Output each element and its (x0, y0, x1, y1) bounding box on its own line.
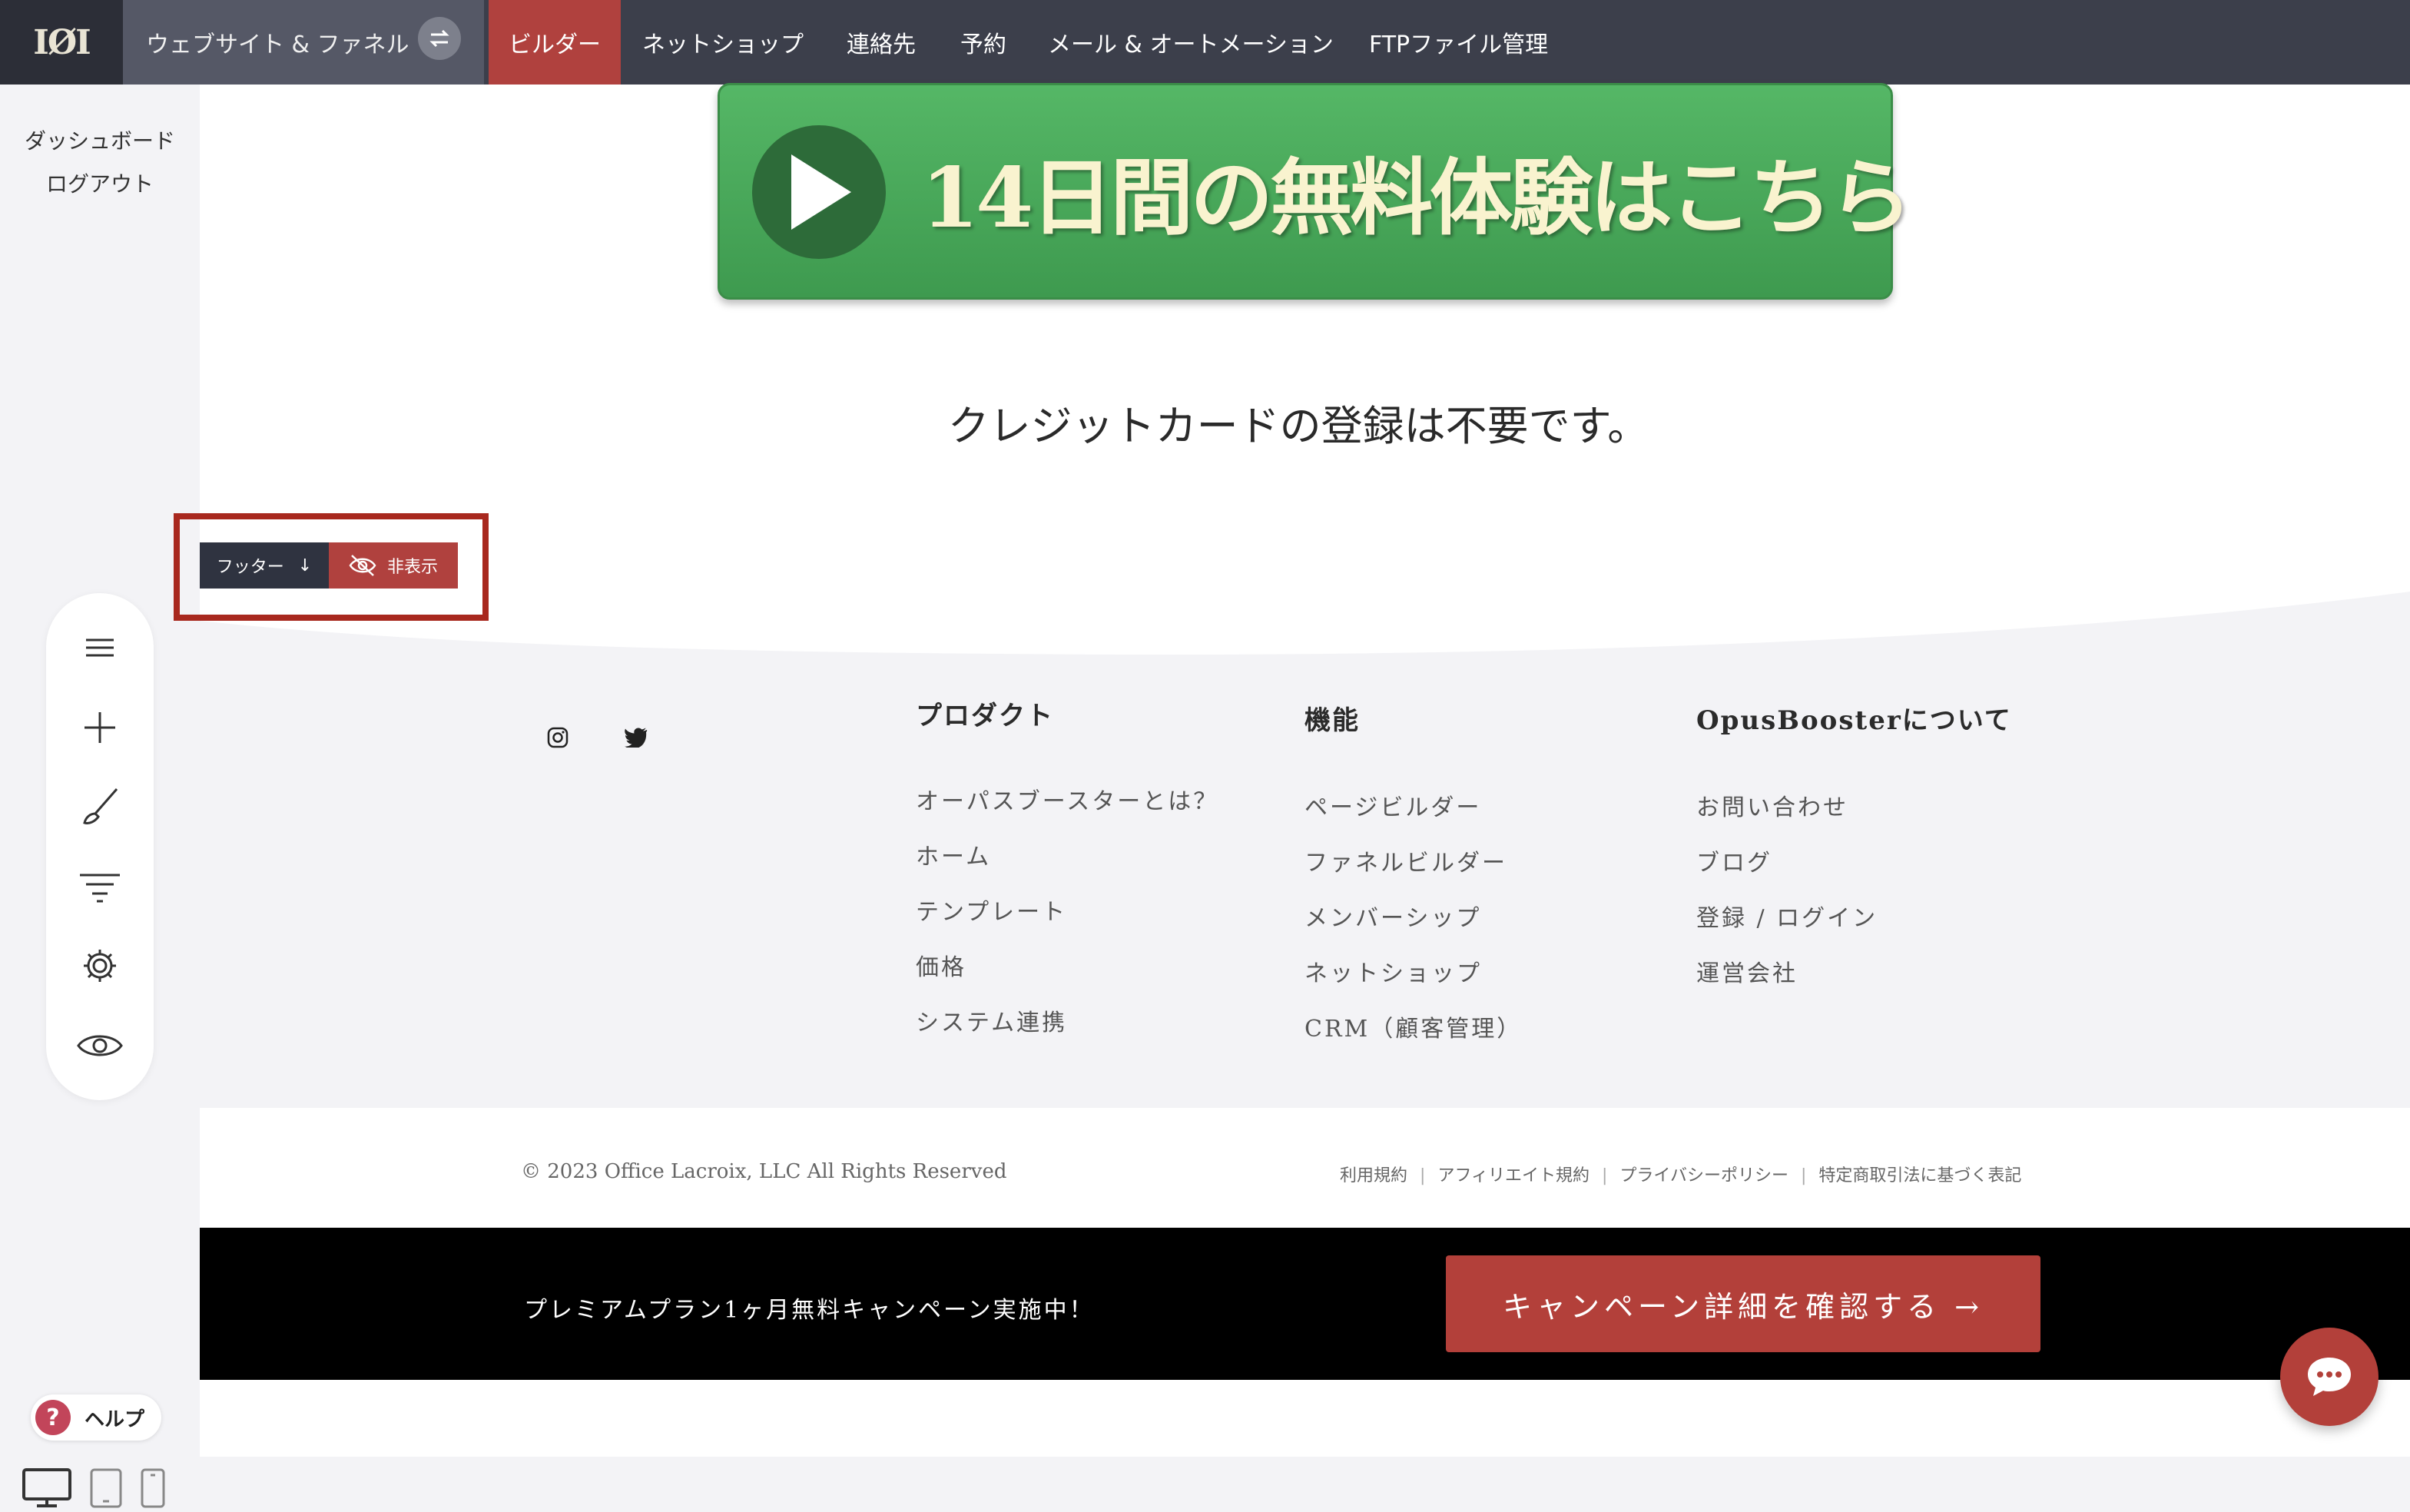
nav-builder[interactable]: ビルダー (489, 0, 621, 85)
app-logo[interactable]: IØI (0, 0, 123, 85)
footer-link[interactable]: お問い合わせ (1696, 788, 1848, 822)
footer-heading-about: OpusBoosterについて (1696, 705, 2012, 736)
filter-icon[interactable] (73, 860, 127, 914)
nav-item-booking[interactable]: 予約 (960, 0, 1006, 85)
cta-text: 14日間の無料体験はこちら (921, 150, 1912, 247)
instagram-icon[interactable] (542, 722, 573, 753)
eye-slash-icon (349, 555, 376, 576)
free-trial-cta-banner[interactable]: 14日間の無料体験はこちら (718, 83, 1912, 300)
nav-website-funnel[interactable]: ウェブサイト & ファネル (123, 0, 484, 85)
help-button[interactable]: ? ヘルプ (31, 1394, 161, 1441)
swap-icon[interactable] (418, 17, 461, 60)
left-sidebar: ダッシュボード ログアウト ? ヘルプ (0, 85, 200, 1508)
footer-section-tab[interactable]: フッター ↓ (200, 542, 329, 589)
footer-link[interactable]: システム連携 (916, 1003, 1067, 1037)
help-label: ヘルプ (85, 1408, 145, 1431)
footer-link[interactable]: 運営会社 (1696, 954, 1798, 988)
nav-website-funnel-label: ウェブサイト & ファネル (146, 32, 409, 58)
footer-heading-features: 機能 (1304, 705, 1360, 736)
menu-icon[interactable] (73, 621, 127, 675)
gear-icon[interactable] (73, 939, 127, 993)
mobile-icon[interactable] (140, 1467, 166, 1512)
hide-button[interactable]: 非表示 (329, 542, 458, 589)
question-icon: ? (35, 1400, 71, 1435)
footer-link[interactable]: ネットショップ (1304, 954, 1482, 988)
promo-text: プレミアムプラン1ヶ月無料キャンペーン実施中！ (524, 1297, 1095, 1324)
campaign-details-button[interactable]: キャンペーン詳細を確認する → (1446, 1255, 2040, 1352)
nav-item-contacts[interactable]: 連絡先 (847, 0, 916, 85)
logo-mark: IØI (33, 22, 91, 62)
nav-item-shop[interactable]: ネットショップ (642, 0, 804, 85)
footer-link[interactable]: CRM（顧客管理） (1304, 1010, 1522, 1043)
footer-link[interactable]: ホーム (916, 837, 991, 871)
legal-link-terms[interactable]: 利用規約 (1340, 1166, 1407, 1185)
top-navigation: IØI ウェブサイト & ファネル ビルダー ネットショップ 連絡先 予約 メー… (0, 0, 2410, 85)
sidebar-item-dashboard[interactable]: ダッシュボード (0, 124, 200, 155)
hide-label: 非表示 (386, 558, 438, 577)
footer-tab-label: フッター (216, 558, 284, 577)
footer-link[interactable]: ブログ (1696, 844, 1772, 877)
twitter-icon[interactable] (621, 722, 651, 753)
copyright-text: © 2023 Office Lacroix, LLC All Rights Re… (521, 1160, 1007, 1183)
device-switcher (22, 1467, 166, 1512)
footer-link[interactable]: テンプレート (916, 893, 1067, 927)
footer-link[interactable]: ファネルビルダー (1304, 844, 1507, 877)
legal-link-privacy[interactable]: プライバシーポリシー (1619, 1166, 1788, 1185)
builder-toolbar (46, 593, 154, 1100)
legal-link-affiliate[interactable]: アフィリエイト規約 (1437, 1166, 1590, 1185)
nav-item-email-automation[interactable]: メール & オートメーション (1048, 0, 1334, 85)
brush-icon[interactable] (73, 781, 127, 834)
tablet-icon[interactable] (89, 1467, 123, 1512)
no-credit-card-text: クレジットカードの登録は不要です。 (947, 402, 1649, 450)
legal-links: 利用規約 | アフィリエイト規約 | プライバシーポリシー | 特定商取引法に基づく表記 (1340, 1166, 2022, 1185)
play-icon (752, 125, 886, 259)
sidebar-item-logout[interactable]: ログアウト (0, 167, 200, 198)
nav-item-ftp[interactable]: FTPファイル管理 (1369, 0, 1548, 85)
footer-link[interactable]: 価格 (916, 948, 966, 982)
eye-icon[interactable] (73, 1019, 127, 1073)
legal-link-commerce[interactable]: 特定商取引法に基づく表記 (1818, 1166, 2021, 1185)
desktop-icon[interactable] (22, 1467, 72, 1512)
footer-link[interactable]: オーパスブースターとは？ (916, 782, 1218, 816)
chat-bubble-icon[interactable] (2280, 1328, 2379, 1426)
arrow-down-icon: ↓ (297, 555, 313, 575)
footer-link[interactable]: 登録 / ログイン (1696, 899, 1878, 933)
footer-heading-product: プロダクト (916, 701, 1054, 731)
plus-icon[interactable] (73, 701, 127, 754)
footer-link[interactable]: メンバーシップ (1304, 899, 1481, 933)
footer-link[interactable]: ページビルダー (1304, 788, 1481, 822)
